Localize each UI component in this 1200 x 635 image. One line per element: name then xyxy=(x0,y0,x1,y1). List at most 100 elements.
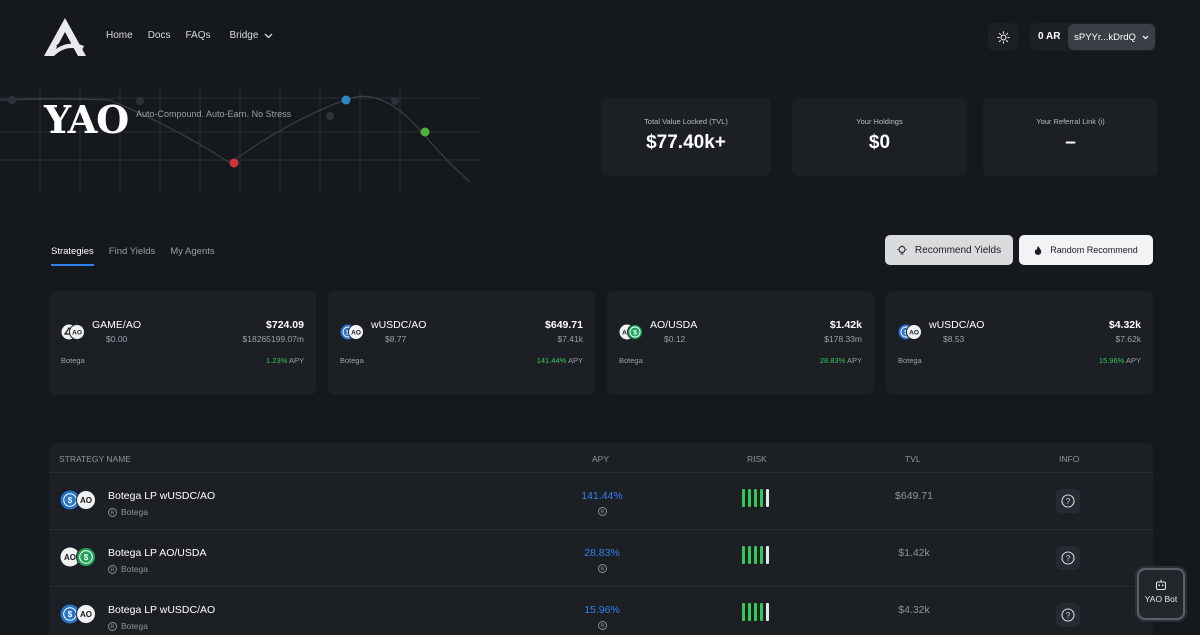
svg-text:AO: AO xyxy=(909,330,919,337)
stat-value: – xyxy=(1065,132,1076,153)
risk-bar xyxy=(742,546,745,564)
risk-bar xyxy=(760,489,763,507)
card-pair: wUSDC/AO xyxy=(371,319,427,331)
svg-text:$: $ xyxy=(84,553,89,562)
svg-text:AO: AO xyxy=(64,553,76,562)
strategy-card[interactable]: $ AO wUSDC/AO $8.53 $4.32k $7.62k Botega… xyxy=(886,291,1153,395)
header-strategy-name: STRATEGY NAME xyxy=(59,454,131,464)
yao-bot-label: YAO Bot xyxy=(1144,594,1178,604)
risk-bar xyxy=(748,489,751,507)
strategy-tvl: $1.42k xyxy=(898,547,930,559)
stat-value: $0 xyxy=(868,132,891,153)
sun-icon xyxy=(996,30,1010,44)
tab-find-yields[interactable]: Find Yields xyxy=(109,246,155,266)
table-header: STRATEGY NAME APY RISK TVL INFO xyxy=(49,443,1153,473)
risk-bar xyxy=(754,489,757,507)
strategy-table: STRATEGY NAME APY RISK TVL INFO $ AO Bot… xyxy=(49,443,1153,635)
card-apy: 28.83% APY xyxy=(820,356,862,365)
provider-icon: R xyxy=(108,507,117,517)
game-ao-pair-icon: AO xyxy=(61,324,85,340)
svg-text:?: ? xyxy=(1066,554,1071,563)
risk-bar xyxy=(766,603,769,621)
strategy-card[interactable]: AO GAME/AO $0.00 $724.09 $18265199.07m B… xyxy=(49,291,316,395)
header-apy: APY xyxy=(592,454,610,464)
card-price: $0.12 xyxy=(664,334,686,344)
stat-tvl: Total Value Locked (TVL) $77.40k+ xyxy=(601,98,771,176)
stat-referral[interactable]: Your Referral Link (i) – xyxy=(983,98,1158,176)
info-button[interactable]: ? xyxy=(1056,603,1080,627)
card-price: $8.53 xyxy=(943,334,965,344)
apy-info-icon[interactable]: R xyxy=(598,621,607,630)
card-pair: GAME/AO xyxy=(92,319,142,331)
ao-usda-pair-icon: AO $ xyxy=(619,324,643,340)
nav-faqs-link[interactable]: FAQs xyxy=(185,30,210,41)
provider-icon: R xyxy=(108,621,117,631)
card-apy-value: 28.83% xyxy=(819,356,846,365)
table-row[interactable]: $ AO Botega LP wUSDC/AO R Botega 141.44%… xyxy=(49,474,1153,530)
svg-text:?: ? xyxy=(1066,611,1071,620)
card-provider: Botega xyxy=(340,356,364,365)
tab-my-agents[interactable]: My Agents xyxy=(170,246,214,266)
apy-info-icon[interactable]: R xyxy=(598,507,607,516)
nav-bridge-dropdown[interactable]: Bridge xyxy=(230,30,274,41)
card-subvalue: $18265199.07m xyxy=(242,334,304,344)
random-recommend-label: Random Recommend xyxy=(1050,245,1138,255)
risk-bar xyxy=(754,603,757,621)
info-button[interactable]: ? xyxy=(1056,546,1080,570)
yao-logo-icon[interactable] xyxy=(42,16,88,58)
stat-label: Total Value Locked (TVL) xyxy=(644,117,728,126)
svg-text:$: $ xyxy=(68,610,73,619)
wallet-address-button[interactable]: sPYYr...kDrdQ xyxy=(1068,24,1155,50)
card-apy-value: 15.96% xyxy=(1098,356,1125,365)
random-recommend-button[interactable]: Random Recommend xyxy=(1019,235,1153,265)
card-apy-suffix: APY xyxy=(567,356,583,365)
wusdc-ao-pair-icon: $ AO xyxy=(898,324,922,340)
yao-bot-button[interactable]: YAO Bot xyxy=(1137,568,1185,620)
card-provider: Botega xyxy=(61,356,85,365)
risk-bar xyxy=(760,546,763,564)
info-button[interactable]: ? xyxy=(1056,489,1080,513)
card-apy: 1.23% APY xyxy=(266,356,304,365)
strategy-name: Botega LP AO/USDA xyxy=(108,547,207,559)
risk-bar xyxy=(748,603,751,621)
svg-text:AO: AO xyxy=(80,610,92,619)
strategy-provider: R Botega xyxy=(108,564,148,574)
svg-text:R: R xyxy=(111,624,115,630)
wallet-address: sPYYr...kDrdQ xyxy=(1074,31,1136,43)
risk-bar xyxy=(742,603,745,621)
provider-label: Botega xyxy=(121,621,148,631)
question-icon: ? xyxy=(1061,608,1075,622)
svg-text:$: $ xyxy=(633,329,637,336)
card-price: $0.00 xyxy=(106,334,128,344)
hero-tagline: Auto-Compound. Auto-Earn. No Stress xyxy=(136,109,292,119)
svg-text:?: ? xyxy=(1066,497,1071,506)
card-subvalue: $7.41k xyxy=(557,334,583,344)
strategy-card[interactable]: AO $ AO/USDA $0.12 $1.42k $178.33m Boteg… xyxy=(607,291,874,395)
svg-text:AO: AO xyxy=(351,330,361,337)
question-icon: ? xyxy=(1061,494,1075,508)
theme-toggle-button[interactable] xyxy=(988,23,1018,51)
strategy-apy: 28.83% xyxy=(584,547,620,559)
nav-home-link[interactable]: Home xyxy=(106,30,133,41)
strategy-tvl: $649.71 xyxy=(895,490,933,502)
provider-label: Botega xyxy=(121,564,148,574)
table-row[interactable]: AO $ Botega LP AO/USDA R Botega 28.83% R… xyxy=(49,531,1153,587)
recommend-yields-button[interactable]: Recommend Yields xyxy=(885,235,1013,265)
svg-text:R: R xyxy=(601,567,605,573)
tab-strategies[interactable]: Strategies xyxy=(51,246,94,266)
risk-bar xyxy=(766,546,769,564)
nav-docs-link[interactable]: Docs xyxy=(148,30,171,41)
risk-bar xyxy=(766,489,769,507)
svg-text:R: R xyxy=(111,510,115,516)
strategy-card[interactable]: $ AO wUSDC/AO $8.77 $649.71 $7.41k Boteg… xyxy=(328,291,595,395)
main-nav: Home Docs FAQs Bridge xyxy=(106,30,273,41)
ao-usda-pair-icon: AO $ xyxy=(60,547,96,567)
apy-info-icon[interactable]: R xyxy=(598,564,607,573)
card-pair: AO/USDA xyxy=(650,319,698,331)
strategy-tvl: $4.32k xyxy=(898,604,930,616)
lightbulb-icon xyxy=(896,244,907,254)
card-price: $8.77 xyxy=(385,334,407,344)
table-row[interactable]: $ AO Botega LP wUSDC/AO R Botega 15.96% … xyxy=(49,588,1153,635)
header-info: INFO xyxy=(1059,454,1080,464)
card-pair: wUSDC/AO xyxy=(929,319,985,331)
